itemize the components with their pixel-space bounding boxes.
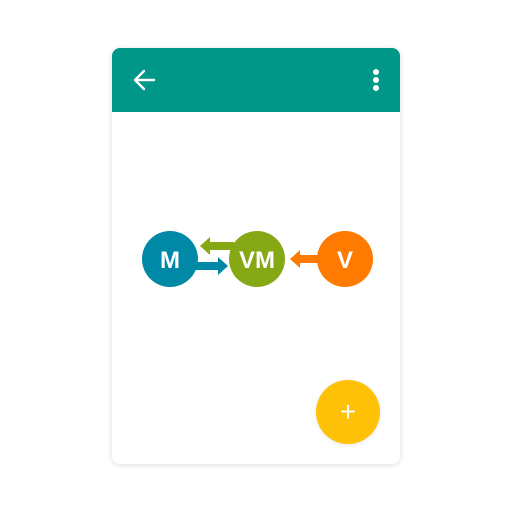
add-fab-button[interactable]: + (316, 380, 380, 444)
app-bar (112, 48, 400, 112)
back-button[interactable] (128, 64, 160, 96)
arrow-back-icon (133, 69, 156, 91)
viewmodel-node-label: VM (239, 247, 275, 274)
model-node-label: M (160, 247, 180, 274)
view-node-label: V (337, 247, 353, 274)
plus-icon: + (339, 396, 357, 427)
arrow-vm-to-m (200, 237, 234, 255)
more-vert-icon (373, 69, 379, 91)
phone-card: M VM V + (112, 48, 400, 464)
screen: M VM V + (0, 0, 512, 512)
more-options-button[interactable] (364, 64, 388, 96)
